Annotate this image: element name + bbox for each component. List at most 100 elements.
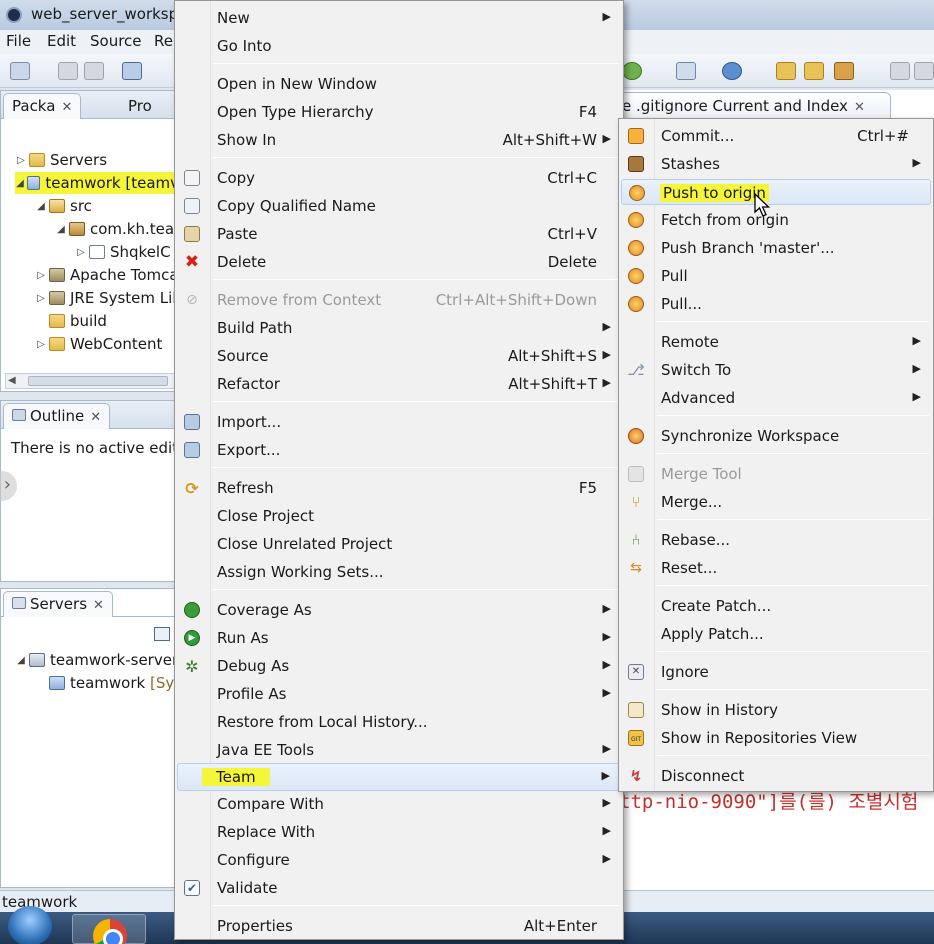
open-folder-icon[interactable] xyxy=(776,62,796,80)
menu-edit[interactable]: Edit xyxy=(47,32,76,50)
collapse-all-icon[interactable] xyxy=(154,627,170,641)
menu-item-source[interactable]: Source Alt+Shift+S ▶ xyxy=(177,343,621,369)
menu-item-open-new-window[interactable]: Open in New Window xyxy=(177,71,621,97)
team-item-show-in-repositories[interactable]: GIT Show in Repositories View xyxy=(621,725,931,751)
tree-item-src[interactable]: ◢ src xyxy=(35,195,92,217)
team-item-ignore[interactable]: ✕ Ignore xyxy=(621,659,931,685)
menu-item-paste[interactable]: Paste Ctrl+V xyxy=(177,221,621,247)
menu-item-team[interactable]: Team ▶ xyxy=(177,763,621,791)
menu-item-refactor[interactable]: Refactor Alt+Shift+T ▶ xyxy=(177,371,621,397)
menu-item-compare-with[interactable]: Compare With ▶ xyxy=(177,791,621,817)
tree-item-teamwork-module[interactable]: teamwork [Sy xyxy=(35,672,174,694)
open-file-icon[interactable] xyxy=(804,62,824,80)
tab-outline[interactable]: Outline ✕ xyxy=(3,403,111,429)
team-item-disconnect[interactable]: ↯ Disconnect xyxy=(621,763,931,789)
menu-item-replace-with[interactable]: Replace With ▶ xyxy=(177,819,621,845)
close-icon[interactable]: ✕ xyxy=(61,100,72,115)
menu-item-go-into[interactable]: Go Into xyxy=(177,33,621,59)
new-wizard-icon[interactable] xyxy=(10,62,30,80)
menu-source[interactable]: Source xyxy=(90,32,142,50)
team-item-stashes[interactable]: Stashes ▶ xyxy=(621,151,931,177)
menu-item-configure[interactable]: Configure ▶ xyxy=(177,847,621,873)
editor-tab-gitignore[interactable]: e .gitignore Current and Index ✕ xyxy=(611,92,891,120)
new-server-icon[interactable] xyxy=(676,62,696,80)
pin-icon[interactable] xyxy=(834,62,854,80)
team-item-apply-patch[interactable]: Apply Patch... xyxy=(621,621,931,647)
save-icon[interactable] xyxy=(58,62,78,80)
expand-arrow-icon[interactable]: ▷ xyxy=(35,339,47,350)
team-item-rebase[interactable]: ⑃ Rebase... xyxy=(621,527,931,553)
menu-item-import[interactable]: Import... xyxy=(177,409,621,435)
menu-item-close-unrelated-project[interactable]: Close Unrelated Project xyxy=(177,531,621,557)
team-item-pull-dialog[interactable]: Pull... xyxy=(621,291,931,317)
team-item-merge[interactable]: ⑂ Merge... xyxy=(621,489,931,515)
console-icon[interactable] xyxy=(122,62,142,80)
close-icon[interactable]: ✕ xyxy=(93,598,104,613)
collapse-arrow-icon[interactable]: ◢ xyxy=(15,655,27,666)
tree-item-jre[interactable]: ▷ JRE System Lib xyxy=(35,287,182,309)
menu-item-validate[interactable]: ✔ Validate xyxy=(177,875,621,901)
menu-item-run-as[interactable]: ▶ Run As ▶ xyxy=(177,625,621,651)
team-item-reset[interactable]: ⇆ Reset... xyxy=(621,555,931,581)
tree-item-webcontent[interactable]: ▷ WebContent xyxy=(35,333,162,355)
team-item-synchronize-workspace[interactable]: Synchronize Workspace xyxy=(621,423,931,449)
expand-arrow-icon[interactable]: ▷ xyxy=(75,247,87,258)
tab-package-explorer[interactable]: Packa ✕ xyxy=(3,93,82,119)
menu-item-close-project[interactable]: Close Project xyxy=(177,503,621,529)
team-item-push-to-origin[interactable]: Push to origin xyxy=(621,179,931,205)
toolbar-icon-misc-2[interactable] xyxy=(914,62,934,80)
taskbar-chrome-button[interactable] xyxy=(72,914,146,944)
menu-refactor[interactable]: Re xyxy=(154,32,173,50)
team-item-pull[interactable]: Pull xyxy=(621,263,931,289)
team-item-advanced[interactable]: Advanced ▶ xyxy=(621,385,931,411)
tree-item-teamwork-project[interactable]: ◢ teamwork [teamv xyxy=(15,172,179,194)
menu-item-show-in[interactable]: Show In Alt+Shift+W ▶ xyxy=(177,127,621,153)
close-icon[interactable]: ✕ xyxy=(90,410,101,425)
team-item-commit[interactable]: Commit... Ctrl+# xyxy=(621,123,931,149)
team-item-push-branch[interactable]: Push Branch 'master'... xyxy=(621,235,931,261)
menu-file[interactable]: File xyxy=(6,32,31,50)
team-item-fetch-from-origin[interactable]: Fetch from origin xyxy=(621,207,931,233)
menu-item-copy[interactable]: Copy Ctrl+C xyxy=(177,165,621,191)
web-browser-icon[interactable] xyxy=(722,62,742,80)
menu-item-coverage-as[interactable]: Coverage As ▶ xyxy=(177,597,621,623)
tree-item-tomcat[interactable]: ▷ Apache Tomca xyxy=(35,264,178,286)
menu-item-delete[interactable]: ✖ Delete Delete xyxy=(177,249,621,275)
menu-item-debug-as[interactable]: ✲ Debug As ▶ xyxy=(177,653,621,679)
collapse-arrow-icon[interactable]: ◢ xyxy=(55,224,67,235)
tree-item-teamwork-server[interactable]: ◢ teamwork-server xyxy=(15,649,178,671)
tree-item-build[interactable]: build xyxy=(35,310,107,332)
scroll-left-icon[interactable]: ◀ xyxy=(8,375,16,386)
menu-item-open-type-hierarchy[interactable]: Open Type Hierarchy F4 xyxy=(177,99,621,125)
tree-item-servers[interactable]: ▷ Servers xyxy=(15,149,107,171)
close-icon[interactable]: ✕ xyxy=(854,100,865,115)
tab-servers[interactable]: Servers ✕ xyxy=(3,591,113,617)
collapse-arrow-icon[interactable]: ◢ xyxy=(15,178,25,189)
tree-item-java-file[interactable]: ▷ ShqkelC xyxy=(75,241,170,263)
menu-item-assign-working-sets[interactable]: Assign Working Sets... xyxy=(177,559,621,585)
tab-project-explorer[interactable]: Pro xyxy=(119,93,161,119)
team-item-create-patch[interactable]: Create Patch... xyxy=(621,593,931,619)
menu-item-properties[interactable]: Properties Alt+Enter xyxy=(177,913,621,939)
menu-item-java-ee-tools[interactable]: Java EE Tools ▶ xyxy=(177,737,621,763)
team-item-show-in-history[interactable]: Show in History xyxy=(621,697,931,723)
menu-item-new[interactable]: New ▶ xyxy=(177,5,621,31)
menu-item-refresh[interactable]: ⟳ Refresh F5 xyxy=(177,475,621,501)
scrollbar-thumb[interactable] xyxy=(28,376,168,386)
horizontal-scrollbar[interactable]: ◀ xyxy=(5,373,175,389)
start-button-icon[interactable] xyxy=(8,906,52,944)
tree-item-package[interactable]: ◢ com.kh.tear xyxy=(55,218,180,240)
expand-arrow-icon[interactable]: ▷ xyxy=(35,293,47,304)
run-icon[interactable] xyxy=(622,62,642,80)
menu-item-export[interactable]: Export... xyxy=(177,437,621,463)
team-item-switch-to[interactable]: ⎇ Switch To ▶ xyxy=(621,357,931,383)
chevron-right-icon[interactable]: › xyxy=(0,471,17,501)
menu-item-restore-local-history[interactable]: Restore from Local History... xyxy=(177,709,621,735)
collapse-arrow-icon[interactable]: ◢ xyxy=(35,201,47,212)
toolbar-icon-misc-1[interactable] xyxy=(890,62,910,80)
save-all-icon[interactable] xyxy=(84,62,104,80)
menu-item-profile-as[interactable]: Profile As ▶ xyxy=(177,681,621,707)
menu-item-build-path[interactable]: Build Path ▶ xyxy=(177,315,621,341)
menu-item-copy-qualified-name[interactable]: Copy Qualified Name xyxy=(177,193,621,219)
team-item-remote[interactable]: Remote ▶ xyxy=(621,329,931,355)
